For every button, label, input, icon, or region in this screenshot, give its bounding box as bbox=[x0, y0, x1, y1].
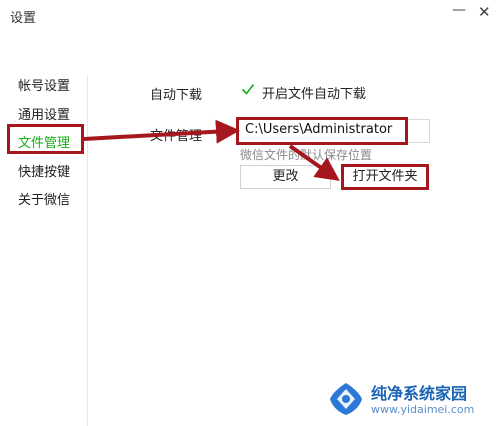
file-management-label: 文件管理 bbox=[150, 129, 203, 144]
auto-download-checkbox[interactable] bbox=[241, 82, 255, 96]
title-bar: 设置 — ✕ bbox=[0, 0, 500, 38]
watermark-title: 纯净系统家园 bbox=[371, 384, 468, 403]
sidebar-divider bbox=[87, 76, 88, 426]
save-path-hint: 微信文件的默认保存位置 bbox=[240, 148, 373, 162]
close-button[interactable]: ✕ bbox=[478, 3, 491, 21]
watermark-url: www.yidaimei.com bbox=[371, 403, 475, 416]
sidebar-item-general-settings[interactable]: 通用设置 bbox=[18, 104, 70, 123]
auto-download-label: 自动下载 bbox=[150, 88, 203, 103]
sidebar-item-shortcut-keys[interactable]: 快捷按键 bbox=[18, 161, 70, 180]
path-field-frame bbox=[408, 119, 430, 143]
change-path-button[interactable]: 更改 bbox=[240, 165, 331, 189]
window-title: 设置 bbox=[10, 11, 37, 26]
auto-download-checkbox-label[interactable]: 开启文件自动下载 bbox=[262, 83, 366, 102]
watermark: 纯净系统家园 www.yidaimei.com bbox=[327, 374, 500, 426]
checkmark-icon bbox=[241, 84, 255, 95]
annotation-box-sidebar bbox=[7, 124, 84, 154]
open-folder-button[interactable]: 打开文件夹 bbox=[341, 164, 429, 190]
sidebar-item-account-settings[interactable]: 帐号设置 bbox=[18, 75, 70, 94]
sidebar-item-about-wechat[interactable]: 关于微信 bbox=[18, 189, 70, 208]
minimize-button[interactable]: — bbox=[452, 2, 466, 18]
watermark-logo-icon bbox=[330, 383, 362, 415]
save-path-field[interactable]: C:\Users\Administrator bbox=[245, 122, 392, 137]
